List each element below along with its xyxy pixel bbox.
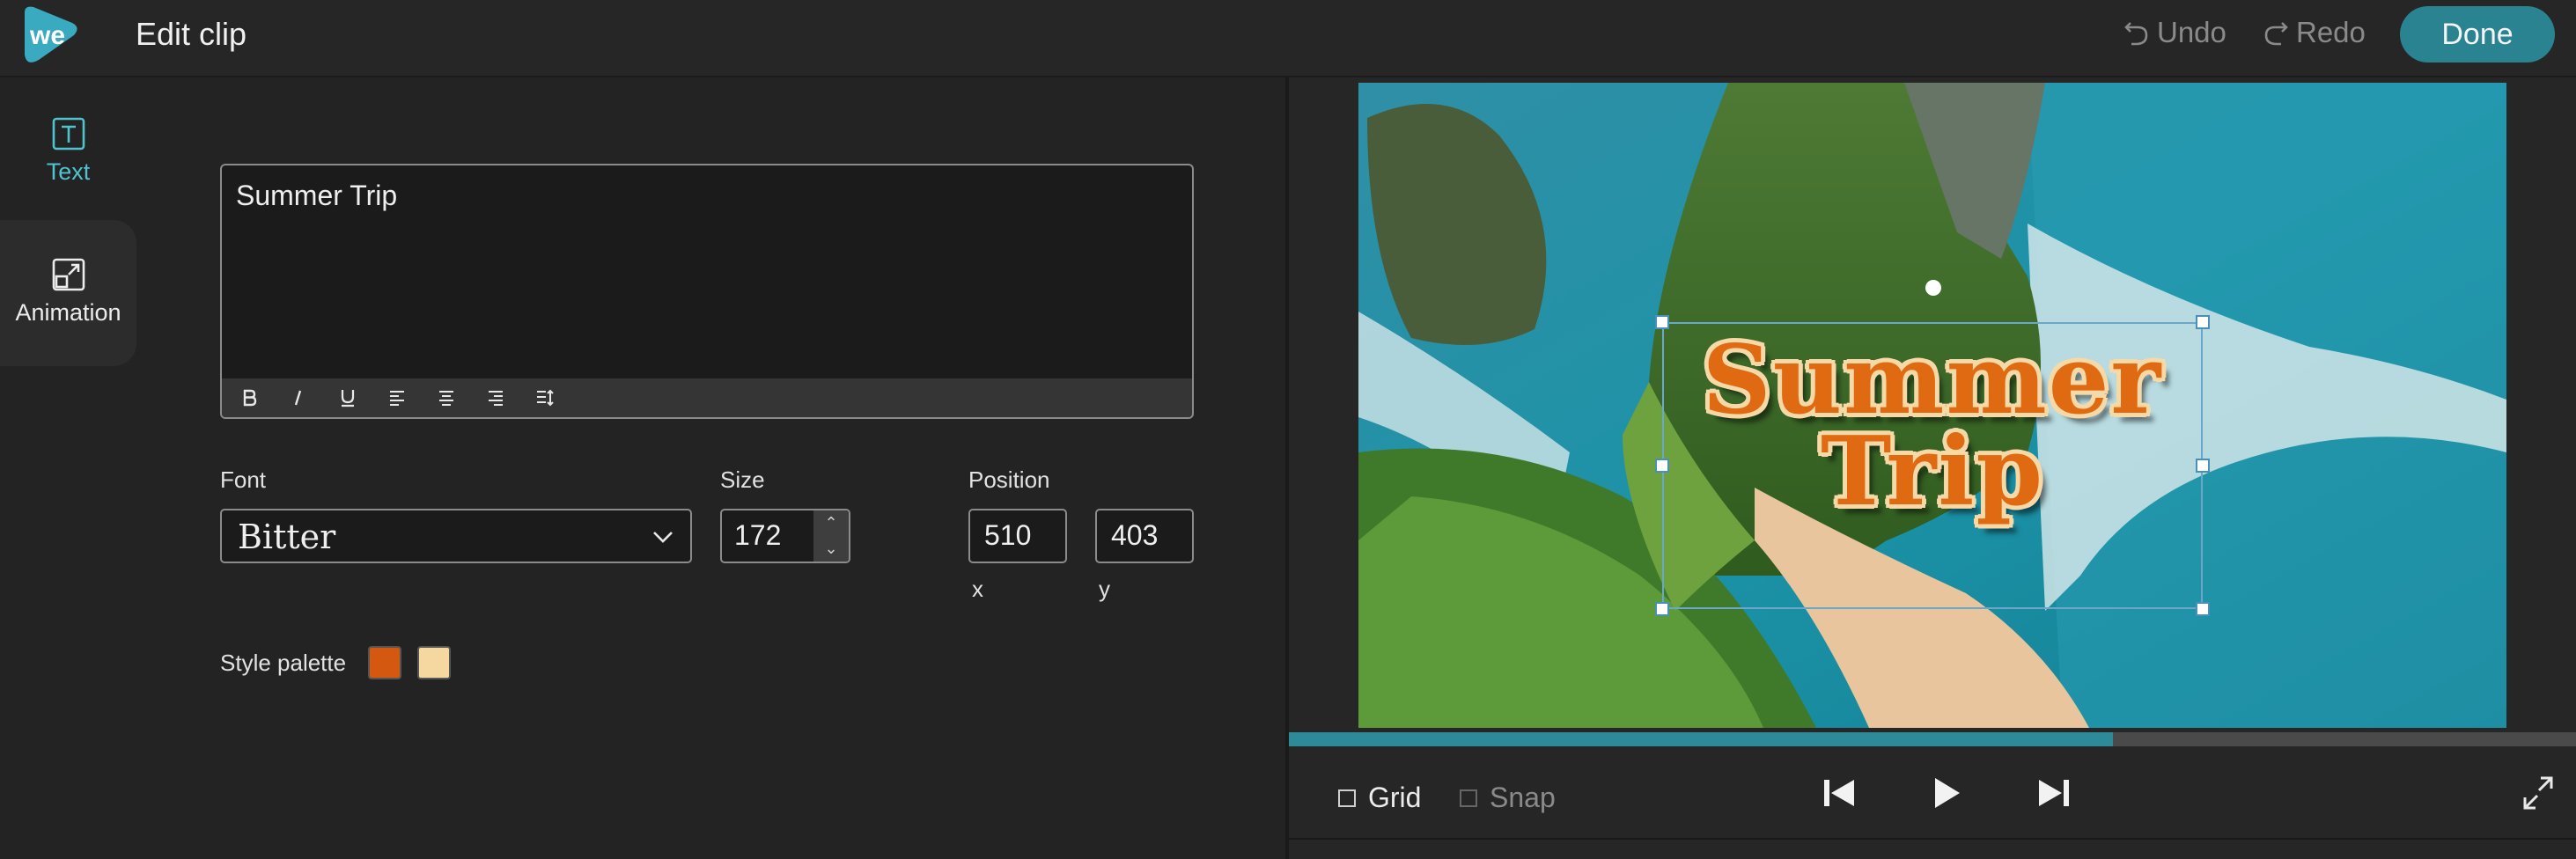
bold-button[interactable] — [239, 378, 289, 417]
style-palette-label: Style palette — [220, 650, 347, 676]
resize-handle-left[interactable] — [1655, 459, 1669, 473]
bold-icon — [243, 389, 257, 407]
resize-handle-bottom-right[interactable] — [2196, 602, 2210, 616]
bottom-divider — [1289, 838, 2576, 840]
snap-label: Snap — [1490, 782, 1556, 813]
size-label: Size — [720, 466, 765, 493]
align-center-button[interactable] — [437, 378, 486, 417]
position-x-input[interactable]: 510 — [968, 509, 1067, 563]
play-icon[interactable] — [1928, 773, 1965, 813]
position-y-caption: y — [1099, 576, 1110, 602]
font-label: Font — [220, 466, 267, 493]
position-label: Position — [968, 466, 1050, 493]
palette-swatch-cream[interactable] — [417, 646, 451, 679]
resize-handle-bottom-left[interactable] — [1655, 602, 1669, 616]
done-button[interactable]: Done — [2400, 6, 2555, 62]
grid-toggle[interactable]: Grid — [1338, 782, 1421, 814]
align-right-button[interactable] — [486, 378, 535, 417]
text-box-icon — [52, 117, 85, 151]
italic-icon — [294, 390, 302, 406]
redo-button[interactable]: Redo — [2263, 16, 2366, 49]
align-left-icon — [390, 391, 404, 406]
position-y-value: 403 — [1111, 519, 1159, 551]
font-select[interactable]: Bitter — [220, 509, 692, 563]
text-input[interactable]: Summer Trip — [236, 180, 397, 212]
position-x-caption: x — [972, 576, 983, 602]
timeline-progress — [1289, 732, 2113, 746]
resize-handle-top-right[interactable] — [2196, 315, 2210, 329]
fullscreen-icon[interactable] — [2520, 773, 2557, 813]
snap-toggle[interactable]: Snap — [1460, 782, 1556, 814]
underline-button[interactable] — [338, 378, 387, 417]
size-stepper[interactable]: ⌃ ⌄ — [813, 510, 849, 562]
align-left-button[interactable] — [387, 378, 437, 417]
undo-label: Undo — [2157, 16, 2226, 48]
line-spacing-button[interactable] — [535, 378, 585, 417]
undo-icon — [2124, 22, 2148, 46]
text-editor[interactable]: Summer Trip — [220, 164, 1194, 419]
app-header: we Edit clip Undo Redo Done — [0, 0, 2576, 77]
page-title: Edit clip — [136, 16, 247, 52]
format-toolbar — [222, 378, 1192, 417]
chevron-down-icon — [653, 532, 673, 543]
redo-icon — [2264, 22, 2288, 46]
align-center-icon — [439, 391, 453, 406]
app-logo[interactable]: we — [19, 4, 81, 65]
size-value: 172 — [734, 519, 782, 551]
rotate-handle[interactable] — [1925, 280, 1941, 296]
tab-animation-label: Animation — [15, 299, 121, 326]
stepper-down-icon[interactable]: ⌄ — [813, 536, 849, 562]
selection-box[interactable] — [1662, 322, 2203, 609]
side-tabs: Text Animation — [0, 77, 136, 859]
grid-checkbox[interactable] — [1338, 789, 1356, 807]
underline-icon — [341, 390, 355, 407]
tab-text-label: Text — [46, 158, 91, 185]
tab-animation[interactable]: Animation — [0, 220, 136, 366]
grid-label: Grid — [1368, 782, 1422, 813]
redo-label: Redo — [2296, 16, 2366, 48]
align-right-icon — [489, 391, 503, 406]
line-spacing-icon — [537, 389, 554, 407]
position-y-input[interactable]: 403 — [1095, 509, 1194, 563]
snap-checkbox[interactable] — [1460, 789, 1477, 807]
expand-box-icon — [52, 258, 85, 291]
palette-swatch-orange[interactable] — [368, 646, 401, 679]
resize-handle-top-left[interactable] — [1655, 315, 1669, 329]
size-input[interactable]: 172 ⌃ ⌄ — [720, 509, 850, 563]
stepper-up-icon[interactable]: ⌃ — [813, 510, 849, 536]
tab-text[interactable]: Text — [0, 77, 136, 218]
font-value: Bitter — [238, 518, 336, 556]
resize-handle-right[interactable] — [2196, 459, 2210, 473]
undo-button[interactable]: Undo — [2123, 16, 2226, 49]
skip-back-icon[interactable] — [1821, 773, 1858, 813]
logo-text: we — [29, 21, 65, 50]
position-x-value: 510 — [984, 519, 1032, 551]
italic-button[interactable] — [289, 378, 338, 417]
skip-forward-icon[interactable] — [2035, 773, 2072, 813]
